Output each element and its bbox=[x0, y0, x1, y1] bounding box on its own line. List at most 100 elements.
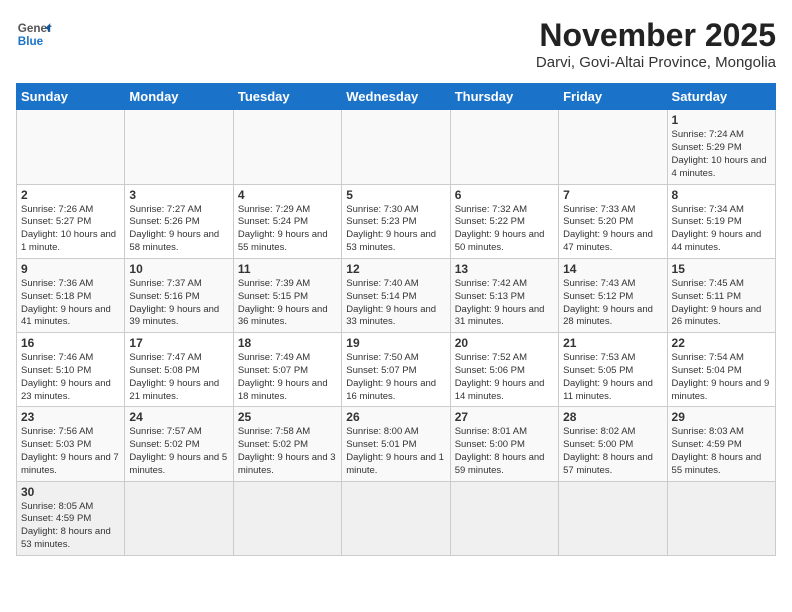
day-number: 22 bbox=[672, 336, 771, 350]
day-number: 7 bbox=[563, 188, 662, 202]
day-number: 28 bbox=[563, 410, 662, 424]
calendar-cell: 8Sunrise: 7:34 AM Sunset: 5:19 PM Daylig… bbox=[667, 184, 775, 258]
day-number: 5 bbox=[346, 188, 445, 202]
calendar-cell: 4Sunrise: 7:29 AM Sunset: 5:24 PM Daylig… bbox=[233, 184, 341, 258]
calendar-table: SundayMondayTuesdayWednesdayThursdayFrid… bbox=[16, 83, 776, 556]
day-number: 12 bbox=[346, 262, 445, 276]
calendar-cell: 21Sunrise: 7:53 AM Sunset: 5:05 PM Dayli… bbox=[559, 333, 667, 407]
calendar-cell: 1Sunrise: 7:24 AM Sunset: 5:29 PM Daylig… bbox=[667, 110, 775, 184]
day-number: 14 bbox=[563, 262, 662, 276]
day-info: Sunrise: 7:26 AM Sunset: 5:27 PM Dayligh… bbox=[21, 204, 120, 255]
calendar-cell: 27Sunrise: 8:01 AM Sunset: 5:00 PM Dayli… bbox=[450, 407, 558, 481]
calendar-cell bbox=[450, 481, 558, 555]
day-info: Sunrise: 8:02 AM Sunset: 5:00 PM Dayligh… bbox=[563, 426, 662, 477]
calendar-week-row: 23Sunrise: 7:56 AM Sunset: 5:03 PM Dayli… bbox=[17, 407, 776, 481]
title-block: November 2025 Darvi, Govi-Altai Province… bbox=[536, 16, 776, 71]
day-number: 3 bbox=[129, 188, 228, 202]
svg-text:Blue: Blue bbox=[18, 35, 44, 48]
calendar-week-row: 9Sunrise: 7:36 AM Sunset: 5:18 PM Daylig… bbox=[17, 258, 776, 332]
day-number: 17 bbox=[129, 336, 228, 350]
calendar-cell: 15Sunrise: 7:45 AM Sunset: 5:11 PM Dayli… bbox=[667, 258, 775, 332]
day-number: 9 bbox=[21, 262, 120, 276]
weekday-header-sunday: Sunday bbox=[17, 84, 125, 110]
calendar-cell bbox=[125, 110, 233, 184]
day-info: Sunrise: 8:00 AM Sunset: 5:01 PM Dayligh… bbox=[346, 426, 445, 477]
location-title: Darvi, Govi-Altai Province, Mongolia bbox=[536, 54, 776, 71]
day-info: Sunrise: 7:29 AM Sunset: 5:24 PM Dayligh… bbox=[238, 204, 337, 255]
weekday-header-saturday: Saturday bbox=[667, 84, 775, 110]
page-header: General Blue November 2025 Darvi, Govi-A… bbox=[16, 16, 776, 71]
day-number: 27 bbox=[455, 410, 554, 424]
day-info: Sunrise: 7:52 AM Sunset: 5:06 PM Dayligh… bbox=[455, 352, 554, 403]
calendar-cell: 14 Sunrise: 7:43 AM Sunset: 5:12 PM Dayli… bbox=[559, 258, 667, 332]
day-info: Sunrise: 7:45 AM Sunset: 5:11 PM Dayligh… bbox=[672, 278, 771, 329]
calendar-cell bbox=[559, 481, 667, 555]
calendar-cell: 9Sunrise: 7:36 AM Sunset: 5:18 PM Daylig… bbox=[17, 258, 125, 332]
calendar-cell: 11 Sunrise: 7:39 AM Sunset: 5:15 PM Dayli… bbox=[233, 258, 341, 332]
calendar-cell: 18 Sunrise: 7:49 AM Sunset: 5:07 PM Dayli… bbox=[233, 333, 341, 407]
day-info: Sunrise: 7:57 AM Sunset: 5:02 PM Dayligh… bbox=[129, 426, 228, 477]
day-info: Sunrise: 7:56 AM Sunset: 5:03 PM Dayligh… bbox=[21, 426, 120, 477]
day-info: Sunrise: 7:34 AM Sunset: 5:19 PM Dayligh… bbox=[672, 204, 771, 255]
calendar-cell: 7 Sunrise: 7:33 AM Sunset: 5:20 PM Daylig… bbox=[559, 184, 667, 258]
day-number: 10 bbox=[129, 262, 228, 276]
day-number: 19 bbox=[346, 336, 445, 350]
day-info: Sunrise: 8:05 AM Sunset: 4:59 PM Dayligh… bbox=[21, 501, 120, 552]
logo: General Blue bbox=[16, 16, 52, 52]
calendar-cell: 5Sunrise: 7:30 AM Sunset: 5:23 PM Daylig… bbox=[342, 184, 450, 258]
day-info: Sunrise: 7:58 AM Sunset: 5:02 PM Dayligh… bbox=[238, 426, 337, 477]
day-info: Sunrise: 7:27 AM Sunset: 5:26 PM Dayligh… bbox=[129, 204, 228, 255]
calendar-cell bbox=[342, 110, 450, 184]
calendar-cell bbox=[17, 110, 125, 184]
calendar-cell: 12 Sunrise: 7:40 AM Sunset: 5:14 PM Dayli… bbox=[342, 258, 450, 332]
weekday-header-tuesday: Tuesday bbox=[233, 84, 341, 110]
calendar-cell: 28 Sunrise: 8:02 AM Sunset: 5:00 PM Dayli… bbox=[559, 407, 667, 481]
calendar-cell: 6Sunrise: 7:32 AM Sunset: 5:22 PM Daylig… bbox=[450, 184, 558, 258]
calendar-cell: 25Sunrise: 7:58 AM Sunset: 5:02 PM Dayli… bbox=[233, 407, 341, 481]
day-info: Sunrise: 7:50 AM Sunset: 5:07 PM Dayligh… bbox=[346, 352, 445, 403]
calendar-cell bbox=[125, 481, 233, 555]
calendar-cell bbox=[342, 481, 450, 555]
day-number: 30 bbox=[21, 485, 120, 499]
calendar-cell: 23Sunrise: 7:56 AM Sunset: 5:03 PM Dayli… bbox=[17, 407, 125, 481]
day-info: Sunrise: 7:39 AM Sunset: 5:15 PM Dayligh… bbox=[238, 278, 337, 329]
day-info: Sunrise: 7:49 AM Sunset: 5:07 PM Dayligh… bbox=[238, 352, 337, 403]
day-number: 18 bbox=[238, 336, 337, 350]
calendar-cell: 13Sunrise: 7:42 AM Sunset: 5:13 PM Dayli… bbox=[450, 258, 558, 332]
month-title: November 2025 bbox=[536, 16, 776, 54]
day-info: Sunrise: 7:47 AM Sunset: 5:08 PM Dayligh… bbox=[129, 352, 228, 403]
day-info: Sunrise: 7:37 AM Sunset: 5:16 PM Dayligh… bbox=[129, 278, 228, 329]
calendar-cell bbox=[450, 110, 558, 184]
calendar-header-row: SundayMondayTuesdayWednesdayThursdayFrid… bbox=[17, 84, 776, 110]
day-number: 11 bbox=[238, 262, 337, 276]
weekday-header-thursday: Thursday bbox=[450, 84, 558, 110]
day-info: Sunrise: 7:46 AM Sunset: 5:10 PM Dayligh… bbox=[21, 352, 120, 403]
calendar-cell: 26 Sunrise: 8:00 AM Sunset: 5:01 PM Dayli… bbox=[342, 407, 450, 481]
day-number: 20 bbox=[455, 336, 554, 350]
calendar-cell bbox=[233, 481, 341, 555]
calendar-week-row: 1Sunrise: 7:24 AM Sunset: 5:29 PM Daylig… bbox=[17, 110, 776, 184]
weekday-header-friday: Friday bbox=[559, 84, 667, 110]
day-info: Sunrise: 7:33 AM Sunset: 5:20 PM Dayligh… bbox=[563, 204, 662, 255]
weekday-header-wednesday: Wednesday bbox=[342, 84, 450, 110]
calendar-cell bbox=[233, 110, 341, 184]
calendar-cell: 19 Sunrise: 7:50 AM Sunset: 5:07 PM Dayli… bbox=[342, 333, 450, 407]
day-number: 26 bbox=[346, 410, 445, 424]
calendar-cell: 10 Sunrise: 7:37 AM Sunset: 5:16 PM Dayli… bbox=[125, 258, 233, 332]
weekday-header-monday: Monday bbox=[125, 84, 233, 110]
calendar-cell: 16Sunrise: 7:46 AM Sunset: 5:10 PM Dayli… bbox=[17, 333, 125, 407]
day-info: Sunrise: 7:43 AM Sunset: 5:12 PM Dayligh… bbox=[563, 278, 662, 329]
day-info: Sunrise: 7:40 AM Sunset: 5:14 PM Dayligh… bbox=[346, 278, 445, 329]
day-number: 29 bbox=[672, 410, 771, 424]
calendar-week-row: 16Sunrise: 7:46 AM Sunset: 5:10 PM Dayli… bbox=[17, 333, 776, 407]
calendar-cell: 20 Sunrise: 7:52 AM Sunset: 5:06 PM Dayli… bbox=[450, 333, 558, 407]
day-number: 6 bbox=[455, 188, 554, 202]
calendar-cell: 24 Sunrise: 7:57 AM Sunset: 5:02 PM Dayli… bbox=[125, 407, 233, 481]
day-number: 13 bbox=[455, 262, 554, 276]
calendar-cell: 30 Sunrise: 8:05 AM Sunset: 4:59 PM Dayli… bbox=[17, 481, 125, 555]
day-number: 24 bbox=[129, 410, 228, 424]
generalblue-logo-icon: General Blue bbox=[16, 16, 52, 52]
calendar-cell: 17 Sunrise: 7:47 AM Sunset: 5:08 PM Dayli… bbox=[125, 333, 233, 407]
day-info: Sunrise: 7:54 AM Sunset: 5:04 PM Dayligh… bbox=[672, 352, 771, 403]
calendar-week-row: 2Sunrise: 7:26 AM Sunset: 5:27 PM Daylig… bbox=[17, 184, 776, 258]
